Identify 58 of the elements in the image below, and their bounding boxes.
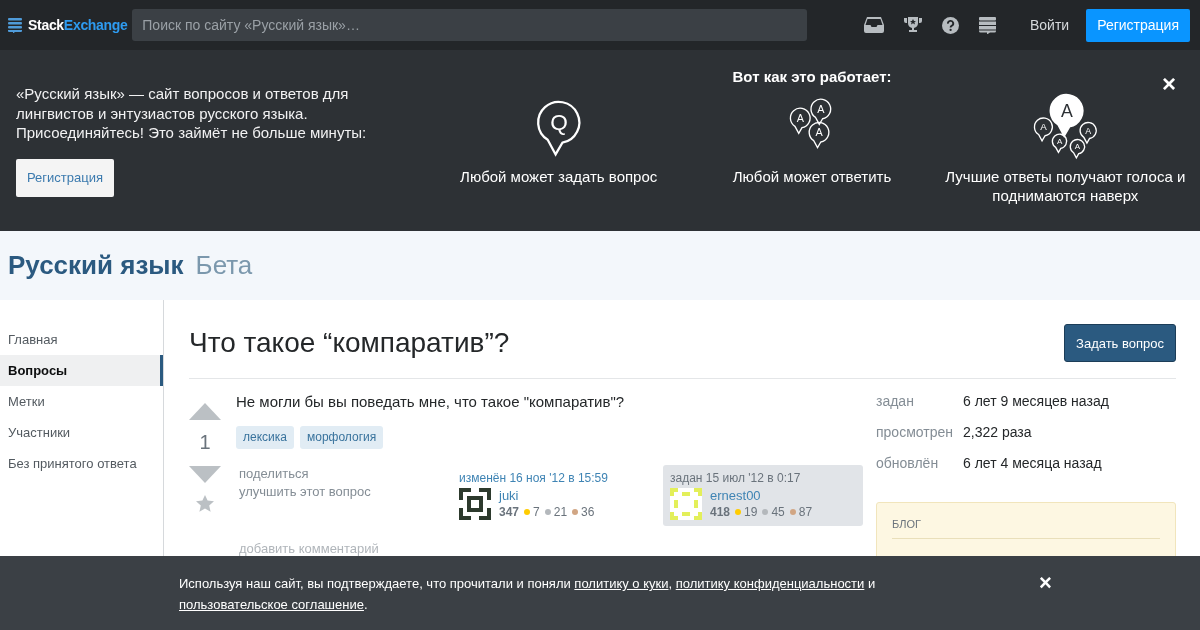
tag-link[interactable]: лексика [236,426,294,449]
stat-value: 6 лет 4 месяца назад [963,454,1102,473]
user-link[interactable]: juki [499,488,595,503]
trophy-icon[interactable] [903,16,922,34]
stat-label: просмотрен [876,423,954,442]
avatar-icon [670,488,702,520]
stat-value: 6 лет 9 месяцев назад [963,392,1109,411]
blog-heading: БЛОГ [892,518,1160,539]
sidebar-item[interactable]: Главная [0,324,163,355]
question-bubble-drawing: Q [536,100,581,156]
login-link[interactable]: Войти [1029,17,1070,33]
answer-bubbles-drawing: A A A [789,98,832,149]
sidebar-item[interactable]: Без принятого ответа [0,448,163,479]
post-action-link[interactable]: улучшить этот вопрос [239,483,455,501]
voted-answers-drawing: A A A A A [1034,93,1098,159]
site-switcher-icon[interactable] [978,16,996,34]
how-it-works-heading: Вот как это работает: [732,68,892,85]
sidebar-item[interactable]: Вопросы [0,355,163,386]
step-caption: Любой может ответить [732,167,892,186]
badge-count: 36 [581,505,595,519]
inbox-icon[interactable] [863,17,884,33]
stat-label: обновлён [876,454,940,473]
badge-count: 21 [553,505,568,519]
signup-button[interactable]: Регистрация [16,158,114,197]
stat-label: задан [876,392,915,411]
help-icon[interactable] [941,16,959,34]
close-button[interactable]: × [1039,573,1052,593]
stack-logo-icon [8,17,22,33]
beta-label: Бета [195,250,253,281]
step-caption: Лучшие ответы получают голоса и поднимаются наверх [944,167,1187,205]
favorite-star-icon[interactable] [196,495,214,512]
policy-link[interactable]: пользовательское соглашение [179,597,364,612]
post-action-link[interactable]: поделиться [239,465,455,483]
close-button[interactable]: × [1162,72,1176,96]
vote-count: 1 [199,431,211,454]
search-field[interactable]: Поиск по сайту «Русский язык»… [132,9,807,41]
post-time: задан 15 июл '12 в 0:17 [670,471,802,485]
post-time: изменён 16 ноя '12 в 15:59 [459,471,609,485]
site-title[interactable]: Русский язык [8,250,184,281]
badge-count: 19 [744,505,758,519]
badge-count: 45 [771,505,785,519]
cookie-notice: Используя наш сайт, вы подтверждаете, что прочитали и поняли политику о куки, политику конфиденциальности и пользовательское соглашение. [179,575,877,614]
step-caption: Любой может задать вопрос [460,167,658,186]
question-title[interactable]: Что такое “компаратив”? [189,327,510,359]
sidebar-item[interactable]: Участники [0,417,163,448]
logo-text[interactable]: StackExchange [28,17,128,33]
stat-value: 2,322 раза [963,423,1032,442]
intro-text: «Русский язык» — сайт вопросов и ответов для лингвистов и энтузиастов русского языка. Присоединяйтесь! Это займёт не больше минуты: [16,84,368,143]
sidebar-item[interactable]: Метки [0,386,163,417]
question-body: Не могли бы вы поведать мне, что такое "компаратив"? [236,392,626,412]
ask-question-button[interactable]: Задать вопрос [1064,324,1176,362]
tag-link[interactable]: морфология [299,426,384,449]
reputation-score: 347 [499,505,520,519]
avatar-icon [459,488,491,520]
policy-link[interactable]: политику конфиденциальности [675,576,865,591]
badge-count: 7 [533,505,540,519]
badge-count: 87 [798,505,813,519]
reputation-score: 418 [710,505,731,519]
